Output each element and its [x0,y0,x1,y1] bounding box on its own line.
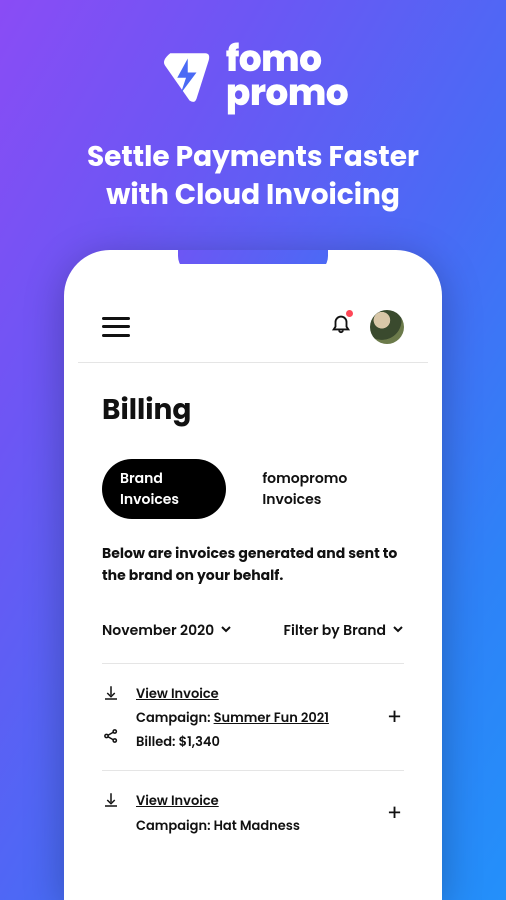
avatar[interactable] [370,310,404,344]
logo-text: fomo promo [226,42,348,110]
campaign-line: Campaign: Hat Madness [136,814,404,838]
download-icon[interactable] [102,684,120,709]
page-title: Billing [102,389,404,431]
brand-logo: fomo promo [158,42,348,110]
tabs: Brand Invoices fomopromo Invoices [102,459,404,519]
menu-button[interactable] [102,317,130,337]
view-invoice-link[interactable]: View Invoice [136,682,404,706]
notifications-button[interactable] [330,312,352,341]
invoice-list: View Invoice Campaign: Summer Fun 2021 B… [102,663,404,853]
tab-description: Below are invoices generated and sent to… [102,543,404,586]
logo-bolt-icon [158,48,214,104]
logo-text-bottom: promo [226,76,348,110]
date-filter[interactable]: November 2020 [102,620,232,641]
share-icon[interactable] [102,727,120,752]
billed-prefix: Billed: [136,732,179,751]
headline-line2: with Cloud Invoicing [87,176,419,214]
campaign-line: Campaign: Summer Fun 2021 [136,706,404,730]
expand-button[interactable]: + [387,701,402,734]
divider [78,362,428,363]
billed-amount: $1,340 [179,732,220,751]
campaign-name: Hat Madness [214,816,300,835]
app-screen: Billing Brand Invoices fomopromo Invoice… [78,264,428,900]
invoice-item: View Invoice Campaign: Summer Fun 2021 B… [102,664,404,771]
download-icon[interactable] [102,791,120,816]
date-filter-label: November 2020 [102,620,214,641]
chevron-down-icon [392,620,404,641]
billed-line: Billed: $1,340 [136,730,404,754]
filters: November 2020 Filter by Brand [102,620,404,641]
headline: Settle Payments Faster with Cloud Invoic… [87,138,419,214]
brand-filter[interactable]: Filter by Brand [284,620,404,641]
brand-filter-label: Filter by Brand [284,620,386,641]
expand-button[interactable]: + [387,796,402,829]
headline-line1: Settle Payments Faster [87,138,419,176]
tab-brand-invoices[interactable]: Brand Invoices [102,459,226,519]
campaign-name[interactable]: Summer Fun 2021 [214,708,329,727]
top-bar [102,310,404,344]
campaign-prefix: Campaign: [136,708,214,727]
phone-frame: Billing Brand Invoices fomopromo Invoice… [64,250,442,900]
view-invoice-link[interactable]: View Invoice [136,789,404,813]
tab-fomopromo-invoices[interactable]: fomopromo Invoices [244,459,404,519]
chevron-down-icon [220,620,232,641]
campaign-prefix: Campaign: [136,816,214,835]
invoice-item: View Invoice Campaign: Hat Madness + [102,771,404,853]
